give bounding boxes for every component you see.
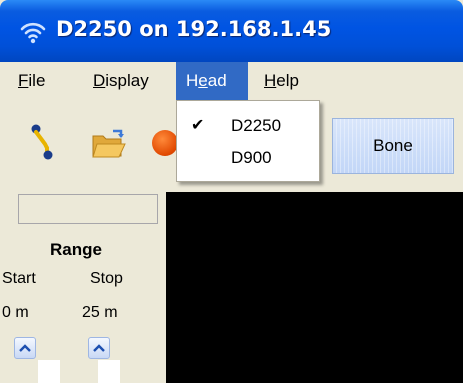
status-field xyxy=(18,194,158,224)
title-bar[interactable]: D2250 on 192.168.1.45 xyxy=(0,0,463,62)
check-icon: ✔ xyxy=(191,117,205,134)
range-title: Range xyxy=(50,240,102,259)
bone-button[interactable]: Bone xyxy=(332,118,454,174)
start-up-button[interactable] xyxy=(14,337,36,359)
menu-display[interactable]: Display xyxy=(83,62,159,100)
range-panel: Range Start Stop 0 m 25 m xyxy=(0,192,166,383)
head-option-d2250[interactable]: ✔ D2250 xyxy=(177,110,319,142)
head-menu-dropdown: ✔ D2250 D900 xyxy=(176,100,320,182)
menu-head[interactable]: Head xyxy=(176,62,248,100)
open-folder-icon[interactable] xyxy=(91,128,127,160)
start-value: 0 m xyxy=(2,304,29,321)
draw-line-icon[interactable] xyxy=(30,122,58,162)
wireless-icon xyxy=(20,22,46,44)
chevron-up-icon xyxy=(19,344,31,352)
stop-up-button[interactable] xyxy=(88,337,110,359)
record-icon[interactable] xyxy=(152,130,178,156)
head-option-d900[interactable]: D900 xyxy=(177,142,319,174)
stop-value: 25 m xyxy=(82,304,118,321)
start-slider[interactable] xyxy=(38,360,60,383)
stop-label: Stop xyxy=(90,270,123,287)
start-label: Start xyxy=(2,270,36,287)
menu-help[interactable]: Help xyxy=(254,62,309,100)
app-window: D2250 on 192.168.1.45 File Display Head … xyxy=(0,0,463,383)
sonar-display[interactable] xyxy=(166,192,463,383)
window-title: D2250 on 192.168.1.45 xyxy=(56,17,332,41)
stop-slider[interactable] xyxy=(98,360,120,383)
chevron-up-icon xyxy=(93,344,105,352)
menu-file[interactable]: File xyxy=(8,62,55,100)
menu-bar: File Display Head Help xyxy=(0,62,463,100)
